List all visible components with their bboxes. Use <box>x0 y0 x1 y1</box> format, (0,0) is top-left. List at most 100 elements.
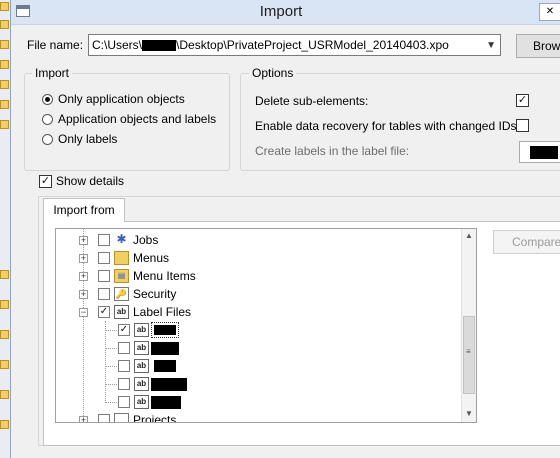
file-name-combobox[interactable]: C:\Users\ \Desktop\PrivateProject_USRMode… <box>88 34 501 56</box>
tree-connector <box>105 330 117 331</box>
tree-connector <box>105 366 117 367</box>
browse-button[interactable]: Brow <box>516 34 560 58</box>
tree-node-checkbox[interactable] <box>118 396 130 408</box>
tree-node-label-file-3[interactable]: ab <box>56 357 456 375</box>
tree-connector <box>105 402 117 403</box>
tree-node-jobs[interactable]: + ✱ Jobs <box>56 231 456 249</box>
tree-node-label: Projects <box>133 413 177 423</box>
file-path-prefix: C:\Users\ <box>92 38 143 52</box>
scroll-down-icon[interactable]: ▼ <box>462 407 476 421</box>
tree-node-projects[interactable]: + Projects <box>56 411 456 423</box>
tree-node-security[interactable]: + 🔑 Security <box>56 285 456 303</box>
tree-node-label-files[interactable]: − ✓ ab Label Files <box>56 303 456 321</box>
tree-node-label-file-2[interactable]: ab <box>56 339 456 357</box>
tree-scrollbar[interactable]: ▲ ≡ ▼ <box>461 229 476 422</box>
data-recovery-label: Enable data recovery for tables with cha… <box>255 119 520 133</box>
data-recovery-checkbox[interactable] <box>516 119 529 132</box>
folder-icon <box>0 60 9 69</box>
tree-node-checkbox[interactable]: ✓ <box>98 306 110 318</box>
ab-label-icon: ab <box>134 359 149 373</box>
folder-icon <box>0 360 9 369</box>
tree-node-label-file-5[interactable]: ab <box>56 393 456 411</box>
tree-node-label: Menus <box>133 251 170 265</box>
radio-label: Only application objects <box>58 92 185 106</box>
tree-connector <box>105 348 117 349</box>
tree-node-checkbox[interactable] <box>98 252 110 264</box>
scrollbar-thumb[interactable]: ≡ <box>463 316 475 394</box>
radio-only-labels[interactable] <box>42 134 53 145</box>
selection-focus <box>151 322 179 338</box>
folder-icon <box>0 270 9 279</box>
background-window-strip <box>0 0 10 458</box>
folder-icon <box>0 390 9 399</box>
tree-node-label: Menu Items <box>133 269 196 283</box>
expand-icon[interactable]: + <box>79 254 88 263</box>
tree-node-checkbox[interactable] <box>118 342 130 354</box>
menu-items-icon: ▤ <box>114 269 129 283</box>
tree-node-checkbox[interactable]: ✓ <box>118 324 130 336</box>
folder-icon <box>0 40 9 49</box>
create-labels-label: Create labels in the label file: <box>255 144 410 158</box>
folder-icon <box>0 80 9 89</box>
file-name-label: File name: <box>27 38 84 52</box>
compare-button[interactable]: Compare <box>493 230 560 254</box>
expand-icon[interactable]: + <box>79 290 88 299</box>
collapse-icon[interactable]: − <box>79 308 88 317</box>
grip-icon: ≡ <box>466 347 471 356</box>
expand-icon[interactable]: + <box>79 416 88 422</box>
label-files-icon: ab <box>114 305 129 319</box>
tree-node-menus[interactable]: + Menus <box>56 249 456 267</box>
chevron-down-icon[interactable]: ▼ <box>486 40 496 51</box>
ab-label-icon: ab <box>134 395 149 409</box>
tree-node-checkbox[interactable] <box>98 270 110 282</box>
show-details-label: Show details <box>56 174 125 188</box>
radio-only-application-objects[interactable] <box>42 94 53 105</box>
tree-node-label: Jobs <box>133 233 159 247</box>
ab-label-icon: ab <box>134 341 149 355</box>
menus-folder-icon <box>114 251 129 265</box>
tree-node-label-file-1[interactable]: ✓ ab <box>56 321 456 339</box>
redacted-label-file <box>530 146 558 159</box>
folder-icon <box>0 420 9 429</box>
options-group-title: Options <box>249 66 297 80</box>
delete-sub-elements-label: Delete sub-elements: <box>255 94 369 108</box>
redacted-label <box>154 360 176 372</box>
ab-label-icon: ab <box>134 323 149 337</box>
projects-icon <box>114 413 129 422</box>
tree-node-checkbox[interactable] <box>98 414 110 422</box>
file-path-suffix: \Desktop\PrivateProject_USRModel_2014040… <box>176 38 449 52</box>
tree-node-checkbox[interactable] <box>118 378 130 390</box>
show-details-checkbox[interactable]: ✓ <box>39 175 52 188</box>
jobs-icon: ✱ <box>116 232 127 246</box>
folder-icon <box>0 100 9 109</box>
folder-icon <box>0 2 9 11</box>
delete-sub-elements-checkbox[interactable]: ✓ <box>516 94 529 107</box>
label-file-select[interactable] <box>519 141 560 163</box>
ab-label-icon: ab <box>134 377 149 391</box>
folder-icon <box>0 300 9 309</box>
radio-application-objects-and-labels[interactable] <box>42 114 53 125</box>
folder-icon <box>0 20 9 29</box>
redacted-label <box>154 325 176 335</box>
redacted-label <box>151 396 181 409</box>
security-icon: 🔑 <box>114 287 129 301</box>
file-path-value: C:\Users\ \Desktop\PrivateProject_USRMode… <box>92 38 449 52</box>
expand-icon[interactable]: + <box>79 272 88 281</box>
radio-label: Application objects and labels <box>58 112 217 126</box>
tab-import-from[interactable]: Import from <box>43 198 125 222</box>
folder-icon <box>0 120 9 129</box>
tree-node-checkbox[interactable] <box>118 360 130 372</box>
close-icon[interactable]: ✕ <box>539 3 560 21</box>
scroll-up-icon[interactable]: ▲ <box>462 229 476 243</box>
import-group-title: Import <box>32 66 73 80</box>
tree-node-label: Label Files <box>133 305 192 319</box>
tree-node-checkbox[interactable] <box>98 288 110 300</box>
expand-icon[interactable]: + <box>79 236 88 245</box>
tree-node-menu-items[interactable]: + ▤ Menu Items <box>56 267 456 285</box>
window-title: Import <box>259 3 303 20</box>
redacted-label <box>151 378 187 391</box>
tree-node-label-file-4[interactable]: ab <box>56 375 456 393</box>
tree-node-checkbox[interactable] <box>98 234 110 246</box>
redacted-username <box>142 40 177 52</box>
import-tree[interactable]: + ✱ Jobs + Menus + ▤ Menu Items + 🔑 Secu… <box>55 228 477 423</box>
